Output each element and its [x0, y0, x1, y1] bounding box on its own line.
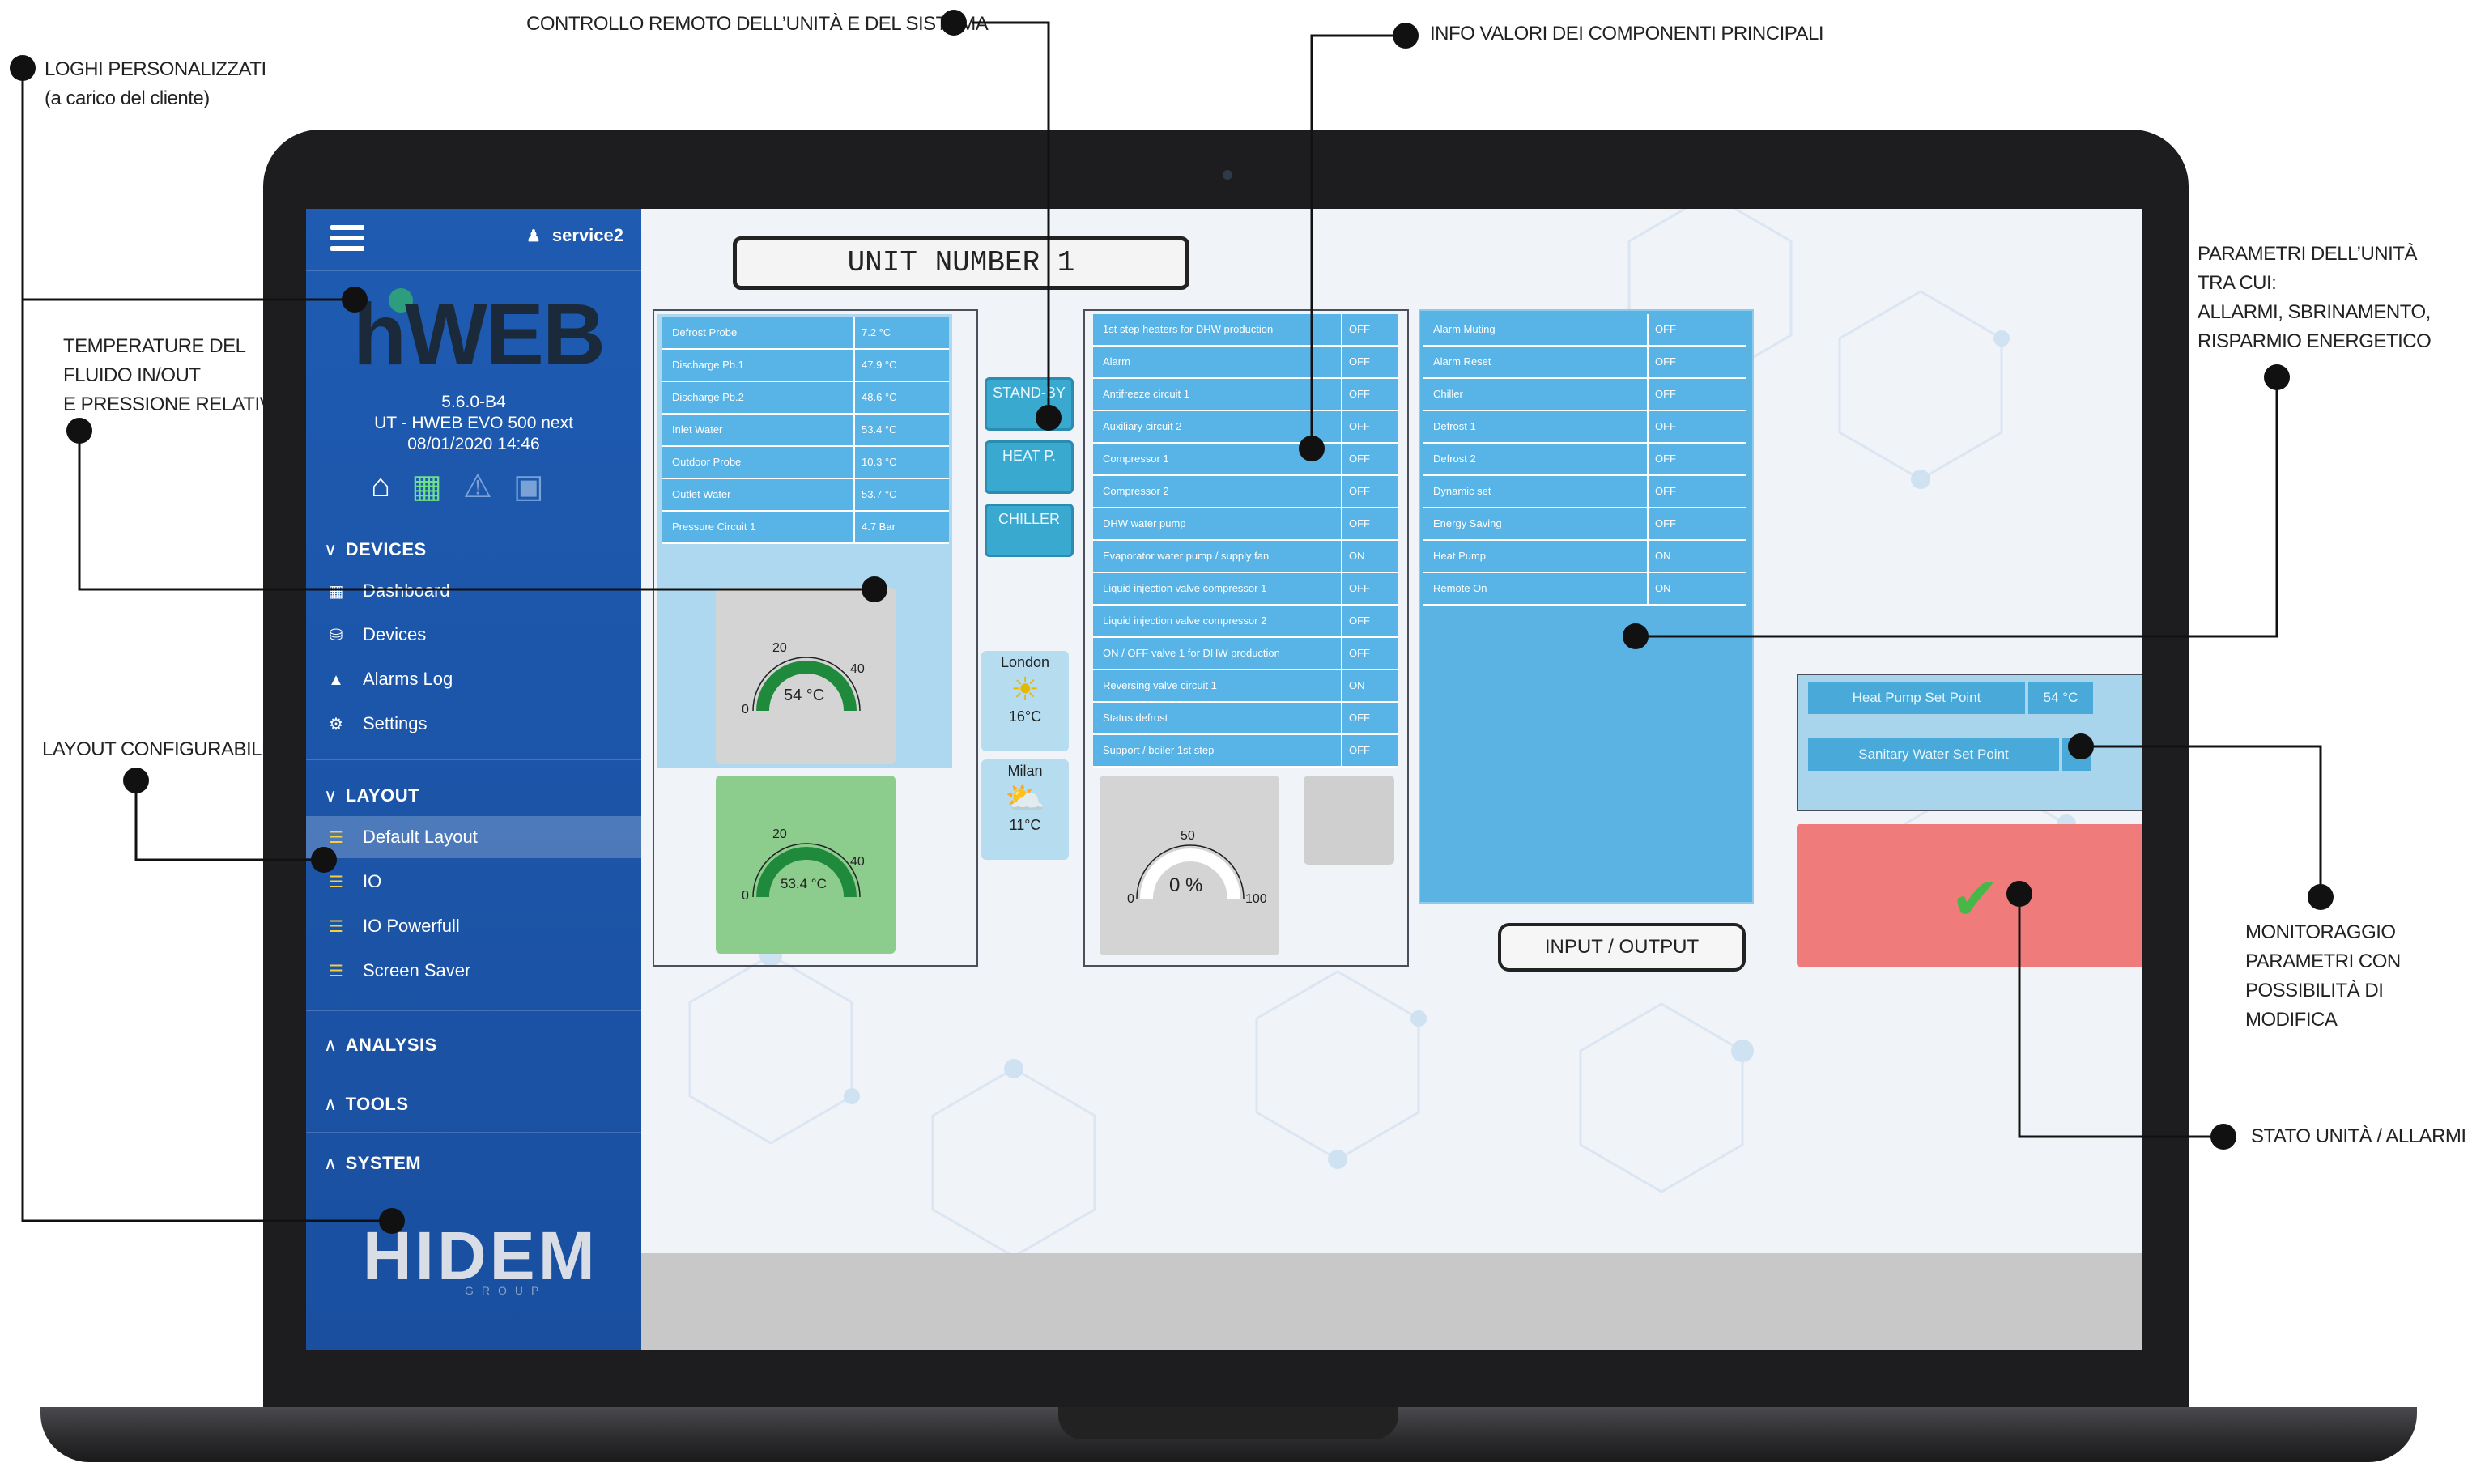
leader-controllo: [972, 21, 1050, 418]
leader-temperature: [78, 431, 874, 591]
callout-dot: [1299, 436, 1325, 461]
callout-dot: [862, 576, 887, 602]
callout-dot: [2308, 884, 2334, 910]
callout-dot: [311, 847, 337, 873]
leader-layout: [134, 780, 324, 861]
leader-parametri: [1636, 377, 2278, 638]
callout-dot: [941, 10, 967, 36]
callout-dot: [1393, 23, 1419, 49]
callout-dot: [2264, 364, 2290, 390]
leader-lines: [21, 21, 2322, 1222]
callout-dot: [2068, 733, 2094, 759]
callout-dot: [1036, 405, 1062, 431]
leader-stato: [2018, 894, 2223, 1138]
callout-dot: [1623, 623, 1649, 649]
leader-monitoraggio: [2081, 745, 2322, 897]
callout-dot: [342, 287, 368, 313]
callout-dot: [379, 1208, 405, 1234]
callout-dot: [2210, 1124, 2236, 1150]
callout-dot: [123, 768, 149, 793]
leader-loghi-bottom: [21, 68, 392, 1222]
leader-info: [1310, 34, 1404, 449]
callout-dot: [66, 418, 92, 444]
callout-dot: [10, 55, 36, 81]
callout-dot: [2006, 881, 2032, 907]
